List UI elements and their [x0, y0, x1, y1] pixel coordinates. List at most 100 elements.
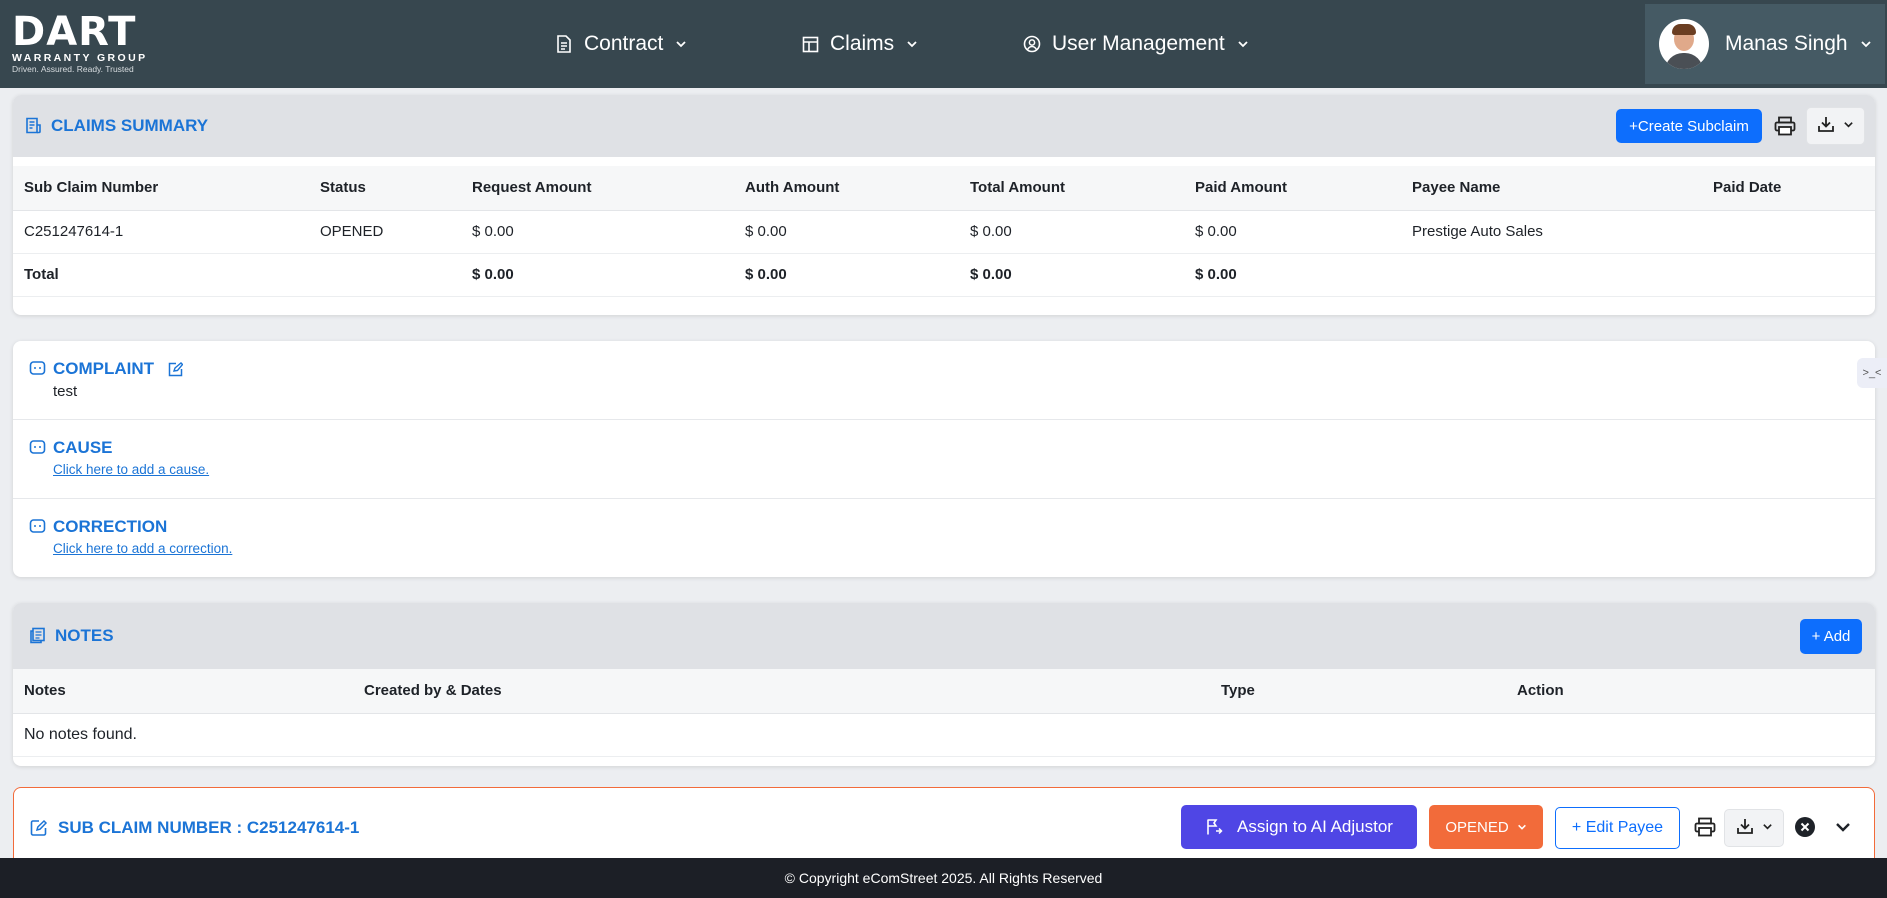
- col-created-by-dates: Created by & Dates: [353, 669, 1210, 714]
- assign-ai-adjustor-label: Assign to AI Adjustor: [1237, 817, 1393, 836]
- document-icon: [554, 34, 574, 54]
- status-dropdown-label: OPENED: [1445, 818, 1509, 836]
- add-note-label: + Add: [1811, 628, 1851, 645]
- nav-user-management[interactable]: User Management: [1022, 26, 1249, 62]
- close-circle-icon[interactable]: [1794, 816, 1816, 838]
- notes-header: NOTES + Add: [13, 603, 1875, 669]
- print-icon[interactable]: [1770, 111, 1800, 141]
- complaint-text: test: [53, 383, 78, 400]
- top-navbar: DART WARRANTY GROUP Driven. Assured. Rea…: [0, 0, 1887, 88]
- chevron-down-icon: [906, 38, 918, 50]
- download-dropdown-button[interactable]: [1806, 107, 1865, 145]
- table-header-row: Sub Claim Number Status Request Amount A…: [13, 166, 1875, 211]
- chat-icon: [29, 518, 47, 536]
- total-row: Total $ 0.00 $ 0.00 $ 0.00 $ 0.00: [13, 253, 1875, 297]
- claims-summary-table: Sub Claim Number Status Request Amount A…: [13, 166, 1875, 297]
- notes-card: NOTES + Add Notes Created by & Dates Typ…: [13, 603, 1875, 766]
- total-status: [309, 253, 461, 297]
- chevron-down-icon: [1237, 38, 1249, 50]
- total-payee-name: [1401, 253, 1702, 297]
- cell-sub-claim-number: C251247614-1: [13, 210, 309, 254]
- edit-payee-button[interactable]: + Edit Payee: [1555, 807, 1680, 849]
- complaint-title-text: COMPLAINT: [53, 359, 155, 378]
- user-circle-icon: [1022, 34, 1042, 54]
- cell-total-amount: $ 0.00: [959, 210, 1184, 254]
- claims-summary-card: CLAIMS SUMMARY +Create Subclaim Sub Clai…: [13, 95, 1875, 315]
- download-dropdown-button[interactable]: [1724, 809, 1784, 847]
- nav-contract[interactable]: Contract: [554, 26, 687, 62]
- footer: © Copyright eComStreet 2025. All Rights …: [0, 858, 1887, 898]
- notes-title-text: NOTES: [55, 626, 114, 645]
- col-auth-amount: Auth Amount: [734, 166, 959, 211]
- nav-claims-label: Claims: [830, 32, 895, 55]
- correction-section: CORRECTION Click here to add a correctio…: [13, 499, 1875, 577]
- cause-title-text: CAUSE: [53, 438, 113, 457]
- sub-claim-title: SUB CLAIM NUMBER : C251247614-1: [30, 818, 359, 838]
- table-header-row: Notes Created by & Dates Type Action: [13, 669, 1875, 714]
- cell-request-amount: $ 0.00: [461, 210, 734, 254]
- side-drawer-tab[interactable]: >_<: [1857, 358, 1887, 388]
- assign-ai-adjustor-button[interactable]: Assign to AI Adjustor: [1181, 805, 1417, 849]
- nav-user-management-label: User Management: [1052, 32, 1225, 55]
- side-drawer-tab-label: >_<: [1862, 367, 1882, 379]
- col-type: Type: [1210, 669, 1506, 714]
- sub-claim-title-text: SUB CLAIM NUMBER : C251247614-1: [58, 818, 360, 837]
- total-paid-amount: $ 0.00: [1184, 253, 1401, 297]
- cause-section: CAUSE Click here to add a cause.: [13, 420, 1875, 499]
- chat-icon: [29, 439, 47, 457]
- total-total-amount: $ 0.00: [959, 253, 1184, 297]
- chevron-down-icon: [1860, 38, 1872, 50]
- collapse-chevron-icon[interactable]: [1832, 816, 1854, 838]
- col-notes: Notes: [13, 669, 353, 714]
- nav-contract-label: Contract: [584, 32, 664, 55]
- cell-paid-amount: $ 0.00: [1184, 210, 1401, 254]
- notes-title: NOTES: [25, 626, 114, 646]
- nav-claims[interactable]: Claims: [800, 26, 918, 62]
- table-row: No notes found.: [13, 713, 1875, 757]
- download-icon: [1817, 115, 1835, 138]
- dart-logo[interactable]: DART WARRANTY GROUP Driven. Assured. Rea…: [12, 12, 172, 74]
- chevron-down-icon: [675, 38, 687, 50]
- total-request-amount: $ 0.00: [461, 253, 734, 297]
- logo-tagline: Driven. Assured. Ready. Trusted: [12, 64, 134, 74]
- cell-auth-amount: $ 0.00: [734, 210, 959, 254]
- correction-title-text: CORRECTION: [53, 517, 168, 536]
- print-icon[interactable]: [1690, 812, 1720, 842]
- table-row[interactable]: C251247614-1 OPENED $ 0.00 $ 0.00 $ 0.00…: [13, 210, 1875, 254]
- user-menu[interactable]: Manas Singh: [1645, 4, 1885, 84]
- edit-icon[interactable]: [168, 361, 184, 377]
- add-cause-link[interactable]: Click here to add a cause.: [53, 462, 209, 477]
- total-label: Total: [13, 253, 309, 297]
- chevron-down-icon: [1517, 822, 1527, 832]
- chat-icon: [29, 360, 47, 378]
- claims-summary-title: CLAIMS SUMMARY: [25, 116, 208, 136]
- add-note-button[interactable]: + Add: [1800, 619, 1862, 654]
- user-name: Manas Singh: [1725, 32, 1848, 55]
- col-paid-date: Paid Date: [1702, 166, 1875, 211]
- avatar: [1659, 19, 1709, 69]
- claims-summary-title-text: CLAIMS SUMMARY: [51, 116, 209, 135]
- total-paid-date: [1702, 253, 1875, 297]
- cell-payee-name: Prestige Auto Sales: [1401, 210, 1702, 254]
- complaint-cause-correction-card: COMPLAINT test CAUSE Click here to add a…: [13, 341, 1875, 577]
- download-icon: [1736, 817, 1754, 840]
- notes-table: Notes Created by & Dates Type Action No …: [13, 669, 1875, 757]
- edit-icon: [30, 819, 48, 837]
- assign-icon: [1205, 818, 1223, 836]
- create-subclaim-label: +Create Subclaim: [1629, 117, 1749, 135]
- status-dropdown-button[interactable]: OPENED: [1429, 805, 1543, 849]
- correction-title: CORRECTION: [29, 517, 1875, 537]
- receipt-icon: [25, 117, 43, 135]
- create-subclaim-button[interactable]: +Create Subclaim: [1616, 109, 1762, 143]
- cell-paid-date: [1702, 210, 1875, 254]
- chevron-down-icon: [1762, 819, 1773, 837]
- complaint-section: COMPLAINT test: [13, 341, 1875, 420]
- col-payee-name: Payee Name: [1401, 166, 1702, 211]
- add-correction-link[interactable]: Click here to add a correction.: [53, 541, 232, 556]
- col-status: Status: [309, 166, 461, 211]
- layout-icon: [800, 34, 820, 54]
- claims-summary-header: CLAIMS SUMMARY +Create Subclaim: [13, 95, 1875, 157]
- col-request-amount: Request Amount: [461, 166, 734, 211]
- col-paid-amount: Paid Amount: [1184, 166, 1401, 211]
- cell-status: OPENED: [309, 210, 461, 254]
